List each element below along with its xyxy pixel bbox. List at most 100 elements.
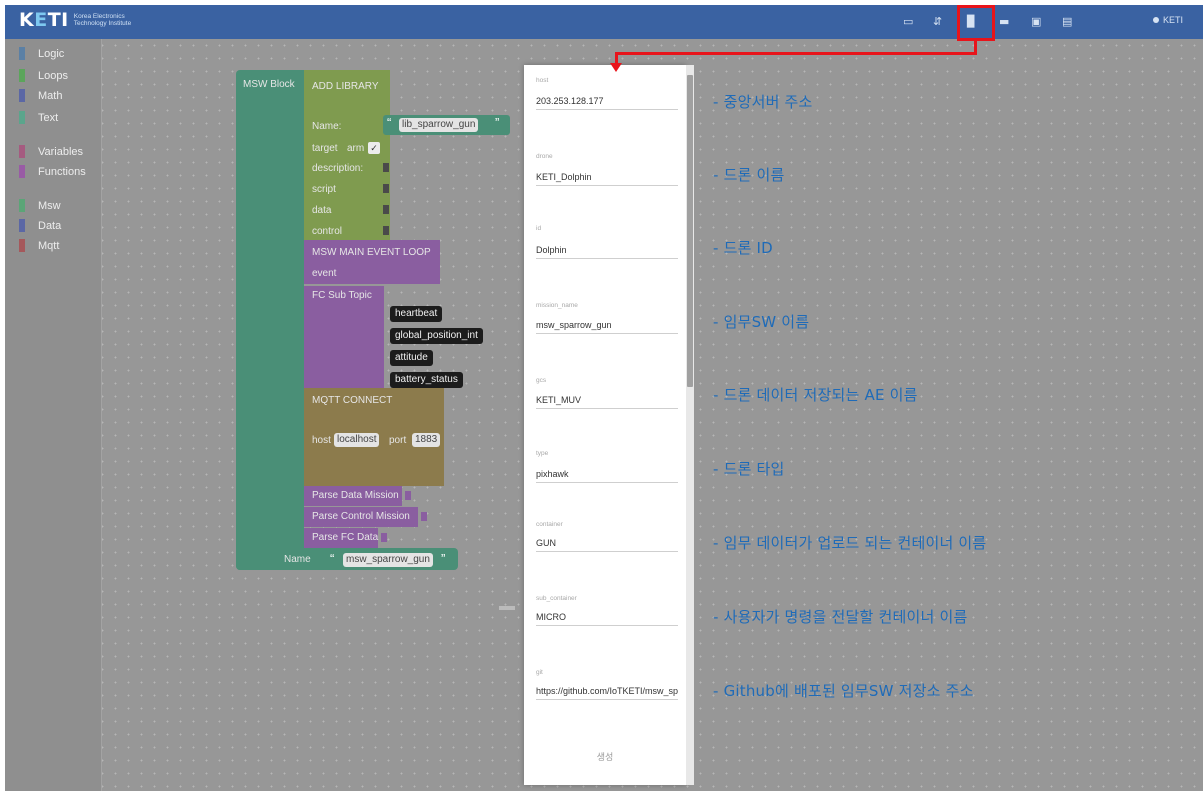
quote-close: ” <box>441 551 446 566</box>
mqtt-host-field[interactable]: localhost <box>334 433 380 447</box>
topic-battery-status[interactable]: battery_status <box>390 372 463 388</box>
script-label: script <box>312 184 336 195</box>
mission-name-input[interactable]: msw_sparrow_gun <box>536 316 678 334</box>
type-field-label: type <box>536 450 549 457</box>
script-input-socket <box>383 184 389 193</box>
description-id: - 드론 ID <box>713 239 773 257</box>
quote-open: “ <box>387 115 392 130</box>
parse-data-mission-label: Parse Data Mission <box>312 490 399 501</box>
description-label: description: <box>312 163 364 174</box>
category-msw[interactable]: Msw <box>19 199 61 212</box>
topic-attitude[interactable]: attitude <box>390 350 433 366</box>
category-color-bar <box>19 111 25 124</box>
host-field-label: host <box>536 77 549 84</box>
description-git: - Github에 배포된 임무SW 저장소 주소 <box>713 682 974 700</box>
topic-heartbeat[interactable]: heartbeat <box>390 306 443 322</box>
gcs-input[interactable]: KETI_MUV <box>536 391 678 409</box>
keti-logo: KETI Korea Electronics Technology Institu… <box>19 9 131 31</box>
parse-fc-notch <box>381 533 387 542</box>
category-data[interactable]: Data <box>19 219 61 232</box>
mission-name-field-label: mission_name <box>536 302 578 309</box>
category-color-bar <box>19 219 25 232</box>
highlight-box <box>957 5 995 41</box>
mqtt-connect-title: MQTT CONNECT <box>312 395 393 406</box>
id-field-label: id <box>536 225 542 232</box>
top-bar: KETI Korea Electronics Technology Institu… <box>5 5 1203 39</box>
category-functions[interactable]: Functions <box>19 165 86 178</box>
open-folder-icon[interactable]: ▬ <box>999 15 1009 29</box>
user-name: KETI <box>1162 15 1183 25</box>
logo-subtitle: Korea Electronics Technology Institute <box>73 13 132 27</box>
image-icon[interactable]: ▭ <box>903 15 913 29</box>
topic-global-position-int[interactable]: global_position_int <box>390 328 483 344</box>
parse-fc-data-label: Parse FC Data <box>312 532 379 543</box>
description-gcs: - 드론 데이터 저장되는 AE 이름 <box>713 386 918 404</box>
gcs-field-label: gcs <box>536 377 547 384</box>
control-input-socket <box>383 226 389 235</box>
description-input-socket <box>383 163 389 172</box>
target-checkbox[interactable]: ✓ <box>368 142 380 154</box>
category-text[interactable]: Text <box>19 111 58 124</box>
highlight-connector <box>615 52 977 55</box>
save-icon[interactable]: ▣ <box>1031 15 1041 29</box>
description-mission-name: - 임무SW 이름 <box>713 313 810 331</box>
parse-data-notch <box>405 491 411 500</box>
add-library-title: ADD LIBRARY <box>312 81 379 92</box>
git-field-label: git <box>536 669 543 676</box>
category-variables[interactable]: Variables <box>19 145 83 158</box>
description-host: - 중앙서버 주소 <box>713 93 813 111</box>
category-color-bar <box>19 89 25 102</box>
create-msw-panel: host 203.253.128.177 drone KETI_Dolphin … <box>524 65 686 785</box>
lib-name-field[interactable]: lib_sparrow_gun <box>399 118 479 132</box>
fc-sub-topic-block[interactable] <box>304 286 384 388</box>
container-input[interactable]: GUN <box>536 534 678 552</box>
drone-input[interactable]: KETI_Dolphin <box>536 168 678 186</box>
category-color-bar <box>19 239 25 252</box>
container-field-label: container <box>536 521 563 528</box>
id-input[interactable]: Dolphin <box>536 241 678 259</box>
quote-close: ” <box>495 115 500 130</box>
arrow-down-icon <box>610 63 622 72</box>
host-input[interactable]: 203.253.128.177 <box>536 92 678 110</box>
category-color-bar <box>19 47 25 60</box>
host-label: host <box>312 435 331 446</box>
git-input[interactable]: https://github.com/IoTKETI/msw_sparrow_g… <box>536 682 678 700</box>
logo-mark: KETI <box>19 9 69 31</box>
toolbox: Logic Loops Math Text Variables Function… <box>5 39 102 791</box>
msw-name-label: Name <box>284 554 311 565</box>
sub-container-field-label: sub_container <box>536 595 577 602</box>
user-menu[interactable]: KETI <box>1152 15 1183 25</box>
msw-name-field[interactable]: msw_sparrow_gun <box>343 553 433 567</box>
category-color-bar <box>19 69 25 82</box>
category-logic[interactable]: Logic <box>19 47 64 60</box>
description-sub-container: - 사용자가 명령을 전달할 컨테이너 이름 <box>713 608 968 626</box>
category-color-bar <box>19 145 25 158</box>
data-label: data <box>312 205 332 216</box>
msw-block[interactable] <box>236 70 304 570</box>
name-label: Name: <box>312 121 342 132</box>
workspace-scroll-handle[interactable] <box>499 606 515 610</box>
msw-block-label: MSW Block <box>243 79 295 90</box>
category-mqtt[interactable]: Mqtt <box>19 239 59 252</box>
category-color-bar <box>19 165 25 178</box>
port-label: port <box>389 435 407 446</box>
sub-container-input[interactable]: MICRO <box>536 608 678 626</box>
description-container: - 임무 데이터가 업로드 되는 컨테이너 이름 <box>713 534 987 552</box>
parse-control-mission-label: Parse Control Mission <box>312 511 410 522</box>
description-type: - 드론 타입 <box>713 460 785 478</box>
category-loops[interactable]: Loops <box>19 69 68 82</box>
parse-control-notch <box>421 512 427 521</box>
category-math[interactable]: Math <box>19 89 62 102</box>
description-drone: - 드론 이름 <box>713 166 785 184</box>
export-icon[interactable]: ⇵ <box>933 15 942 29</box>
user-icon <box>1152 17 1159 23</box>
type-input[interactable]: pixhawk <box>536 465 678 483</box>
mqtt-port-field[interactable]: 1883 <box>412 433 441 447</box>
target-value: arm <box>347 143 365 154</box>
control-label: control <box>312 226 343 237</box>
create-button[interactable]: 생성 <box>524 750 686 763</box>
data-input-socket <box>383 205 389 214</box>
panel-scrollbar-thumb[interactable] <box>687 75 693 387</box>
save-as-icon[interactable]: ▤ <box>1062 15 1072 29</box>
app-window: KETI Korea Electronics Technology Institu… <box>0 0 1203 791</box>
